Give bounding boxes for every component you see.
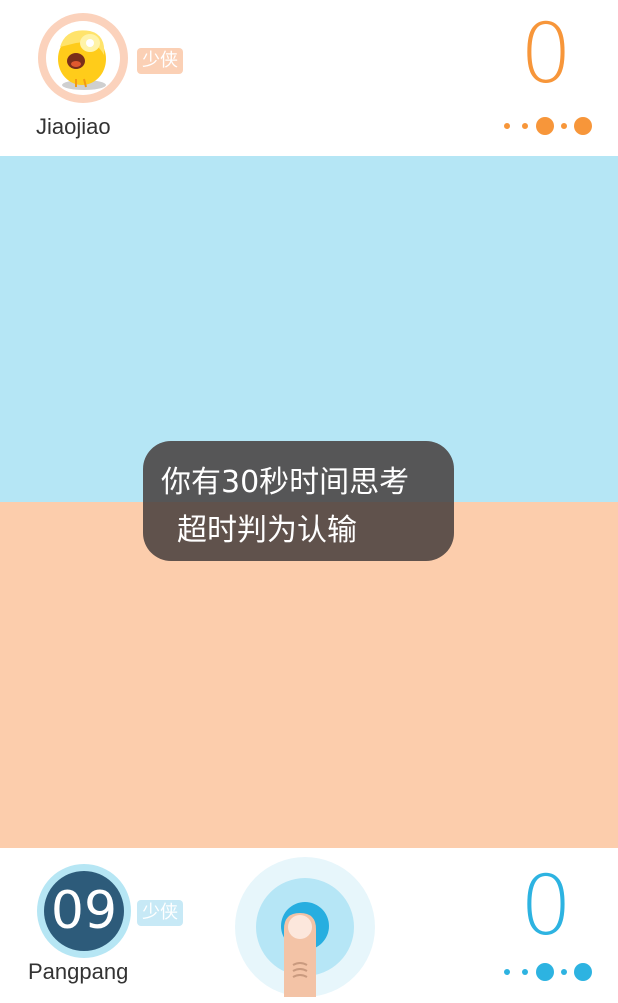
bottom-player-name: Pangpang: [28, 959, 129, 984]
top-player-rank-badge: 少侠: [137, 48, 183, 74]
bottom-player-progress-dots-icon: [500, 960, 594, 984]
countdown-timer: 09: [44, 871, 124, 951]
chick-avatar-icon: [46, 21, 120, 95]
top-player-score: 0: [520, 7, 573, 102]
timeout-toast: 你有30秒时间思考 超时判为认输: [143, 441, 454, 561]
top-player-progress-dots-icon: [500, 114, 594, 138]
bottom-player-rank-badge: 少侠: [137, 900, 183, 926]
bottom-player-avatar[interactable]: 09: [37, 864, 131, 958]
finger-press-icon: [284, 913, 316, 997]
top-player-name: Jiaojiao: [36, 114, 111, 139]
toast-line-2: 超时判为认输: [177, 513, 357, 548]
toast-line-1: 你有30秒时间思考: [161, 465, 410, 500]
top-player-avatar[interactable]: [38, 13, 128, 103]
bottom-player-score: 0: [520, 859, 573, 954]
press-button[interactable]: [235, 857, 375, 997]
